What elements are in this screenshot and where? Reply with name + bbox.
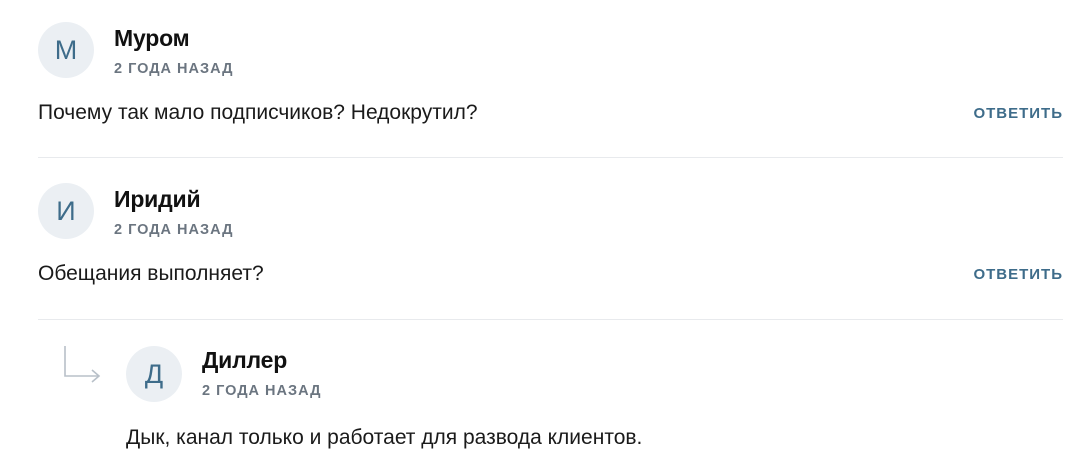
reply-button[interactable]: ОТВЕТИТЬ — [973, 105, 1063, 122]
comment-text: Дык, канал только и работает для развода… — [126, 426, 643, 449]
comment-body-row: Обещания выполняет? ОТВЕТИТЬ — [38, 261, 1063, 287]
comment-header: И Иридий 2 года назад — [38, 183, 1063, 239]
comment-date: 2 года назад — [114, 222, 234, 238]
reply-button[interactable]: ОТВЕТИТЬ — [973, 266, 1063, 283]
divider — [38, 319, 1063, 320]
comment-body-row: Почему так мало подписчиков? Недокрутил?… — [38, 100, 1063, 126]
reply-arrow-icon — [64, 346, 101, 383]
comment-meta: Диллер 2 года назад — [202, 344, 321, 400]
comment-text: Обещания выполняет? — [38, 262, 264, 285]
comment-author[interactable]: Диллер — [202, 346, 321, 374]
avatar[interactable]: Д — [126, 346, 182, 402]
comment-author[interactable]: Иридий — [114, 185, 233, 213]
comment-list: М Муром 2 года назад Почему так мало под… — [0, 0, 1090, 463]
avatar[interactable]: И — [38, 183, 94, 239]
comment-meta: Иридий 2 года назад — [114, 183, 233, 239]
comment-text: Почему так мало подписчиков? Недокрутил? — [38, 101, 478, 124]
comment-date: 2 года назад — [114, 61, 234, 77]
comment-header: М Муром 2 года назад — [38, 22, 1063, 78]
avatar[interactable]: М — [38, 22, 94, 78]
comment-meta: Муром 2 года назад — [114, 22, 233, 78]
comment: М Муром 2 года назад Почему так мало под… — [38, 22, 1063, 126]
comment-author[interactable]: Муром — [114, 24, 233, 52]
comment-date: 2 года назад — [202, 383, 322, 399]
divider — [38, 157, 1063, 158]
comment: И Иридий 2 года назад Обещания выполняет… — [38, 183, 1063, 287]
